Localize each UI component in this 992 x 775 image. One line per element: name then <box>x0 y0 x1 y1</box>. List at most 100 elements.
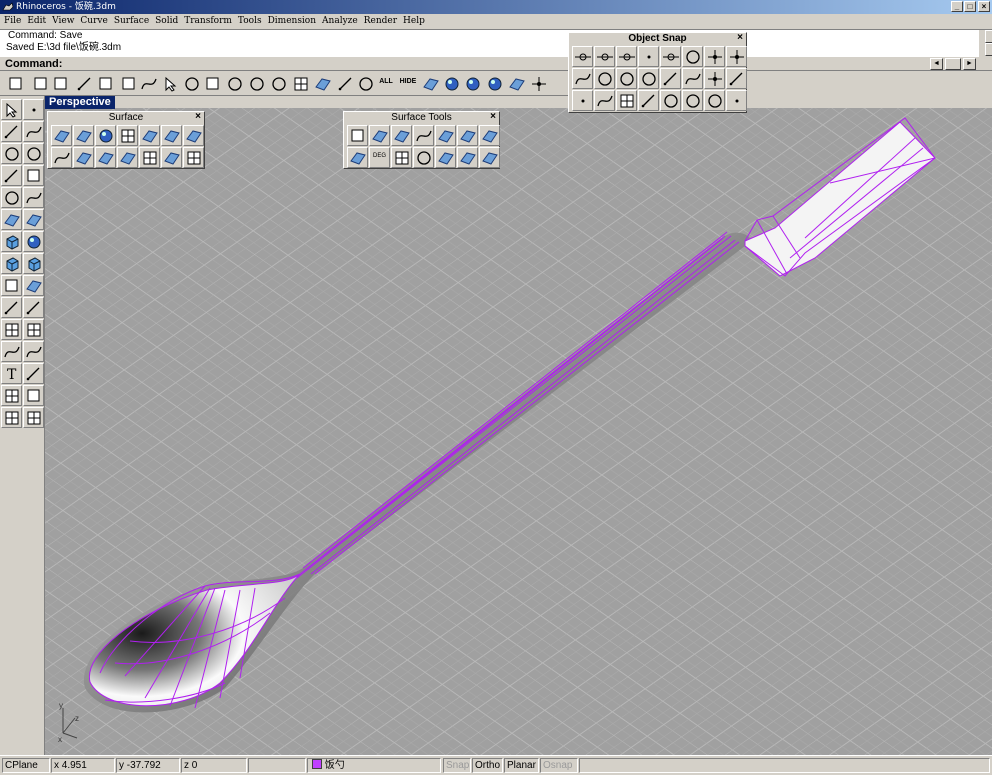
menu-solid[interactable]: Solid <box>152 14 181 29</box>
fillet-curve-icon[interactable] <box>23 187 44 208</box>
group-icon[interactable] <box>1 319 22 340</box>
snap-perpfrom-icon[interactable] <box>726 68 747 89</box>
menu-help[interactable]: Help <box>400 14 428 29</box>
snap-off-icon[interactable] <box>704 90 725 111</box>
sweep2-icon[interactable] <box>95 147 116 168</box>
color-wheel-icon[interactable] <box>441 73 461 94</box>
snap-onsrf-icon[interactable] <box>638 68 659 89</box>
command-input[interactable] <box>66 57 926 70</box>
array-icon[interactable] <box>1 385 22 406</box>
boolean-icon[interactable] <box>23 275 44 296</box>
status-layer[interactable]: 饭勺 <box>307 758 441 773</box>
cut-icon[interactable] <box>74 73 94 94</box>
join-edge-icon[interactable] <box>457 147 478 168</box>
menu-curve[interactable]: Curve <box>77 14 110 29</box>
trim-icon[interactable] <box>1 297 22 318</box>
cylinder-icon[interactable] <box>1 253 22 274</box>
pointer-icon[interactable] <box>335 73 355 94</box>
scroll-down-icon[interactable]: ▼ <box>985 43 992 56</box>
save-icon[interactable] <box>50 73 70 94</box>
polygon-icon[interactable] <box>1 165 22 186</box>
menu-dimension[interactable]: Dimension <box>265 14 319 29</box>
snap-tanfrom-icon[interactable] <box>572 90 593 111</box>
snap-oncurve-icon[interactable] <box>616 68 637 89</box>
light-icon[interactable] <box>506 73 526 94</box>
snap-curve-icon[interactable] <box>594 90 615 111</box>
snap-onpoly-icon[interactable] <box>660 68 681 89</box>
ungroup-icon[interactable] <box>23 319 44 340</box>
four-viewports-icon[interactable] <box>290 73 310 94</box>
history-scrollbar[interactable]: ▲ ▼ <box>979 30 992 57</box>
close-icon[interactable]: × <box>488 112 498 122</box>
point-icon[interactable] <box>23 99 44 120</box>
rotate-view-icon[interactable] <box>181 73 201 94</box>
deg-icon[interactable]: DEG <box>369 147 390 168</box>
minimize-button[interactable]: _ <box>951 1 963 12</box>
text-icon[interactable]: T <box>1 363 22 384</box>
snap-project-icon[interactable] <box>638 90 659 111</box>
pan-icon[interactable] <box>160 73 180 94</box>
snap-toggle[interactable]: Snap <box>443 758 471 773</box>
snap-grid-icon[interactable] <box>616 90 637 111</box>
menu-file[interactable]: File <box>0 14 24 29</box>
snap-tan-icon[interactable] <box>726 46 747 67</box>
snap-near-icon[interactable] <box>594 46 615 67</box>
loft-icon[interactable] <box>161 125 182 146</box>
curve-icon[interactable] <box>23 121 44 142</box>
layer-icon[interactable] <box>1 407 22 428</box>
perspective-viewport[interactable]: z y x <box>45 108 992 755</box>
rail-revolve-icon[interactable] <box>51 147 72 168</box>
edge-curves-icon[interactable] <box>73 125 94 146</box>
surface-tools-palette-title[interactable]: Surface Tools × <box>344 112 499 124</box>
menu-transform[interactable]: Transform <box>181 14 235 29</box>
menu-view[interactable]: View <box>49 14 77 29</box>
surface-loft-icon[interactable] <box>23 209 44 230</box>
object-snap-palette-title[interactable]: Object Snap × <box>569 33 746 45</box>
snap-between-icon[interactable] <box>704 68 725 89</box>
arc-icon[interactable] <box>1 187 22 208</box>
merge-edge-icon[interactable] <box>435 147 456 168</box>
rebuild-icon[interactable] <box>347 147 368 168</box>
merge-srf-icon[interactable] <box>457 125 478 146</box>
sphere-icon[interactable] <box>23 231 44 252</box>
show-edges-icon[interactable] <box>479 147 500 168</box>
split-edge-icon[interactable] <box>413 147 434 168</box>
offset-srf-icon[interactable] <box>369 125 390 146</box>
fillet-icon[interactable] <box>1 341 22 362</box>
command-scroll-right-icon[interactable]: ► <box>963 58 976 70</box>
analyze-icon[interactable] <box>23 385 44 406</box>
zoom-extents-icon[interactable] <box>246 73 266 94</box>
untrim-icon[interactable] <box>479 125 500 146</box>
planar-toggle[interactable]: Planar <box>504 758 539 773</box>
dimension-icon[interactable] <box>23 363 44 384</box>
layer-icon[interactable] <box>420 73 440 94</box>
ellipse-icon[interactable] <box>23 143 44 164</box>
menu-tools[interactable]: Tools <box>235 14 265 29</box>
split-icon[interactable] <box>23 297 44 318</box>
command-scroll-left-icon[interactable]: ◄ <box>930 58 943 70</box>
extend-srf-icon[interactable] <box>391 125 412 146</box>
paste-icon[interactable] <box>118 73 138 94</box>
snap-mid-icon[interactable] <box>638 46 659 67</box>
gear-icon[interactable] <box>528 73 548 94</box>
snap-disable2-icon[interactable] <box>682 90 703 111</box>
snap-end-icon[interactable] <box>572 46 593 67</box>
car-icon[interactable] <box>312 73 332 94</box>
scroll-up-icon[interactable]: ▲ <box>985 30 992 43</box>
command-scroll-thumb[interactable] <box>945 58 961 70</box>
viewport-title[interactable]: Perspective <box>45 96 115 109</box>
open-icon[interactable] <box>30 73 50 94</box>
snap-cen-icon[interactable] <box>660 46 681 67</box>
menu-surface[interactable]: Surface <box>111 14 152 29</box>
show-all-icon[interactable]: ALL <box>376 73 396 94</box>
sweep1-icon[interactable] <box>73 147 94 168</box>
polyline-icon[interactable] <box>1 121 22 142</box>
shaded-sphere-icon[interactable] <box>462 73 482 94</box>
extrude-icon[interactable] <box>139 125 160 146</box>
snap-knot-icon[interactable] <box>594 68 615 89</box>
snap-point-icon[interactable] <box>616 46 637 67</box>
rectangle-icon[interactable] <box>23 165 44 186</box>
snap-perp-icon[interactable] <box>704 46 725 67</box>
copy-icon[interactable] <box>95 73 115 94</box>
show-points-icon[interactable] <box>355 73 375 94</box>
